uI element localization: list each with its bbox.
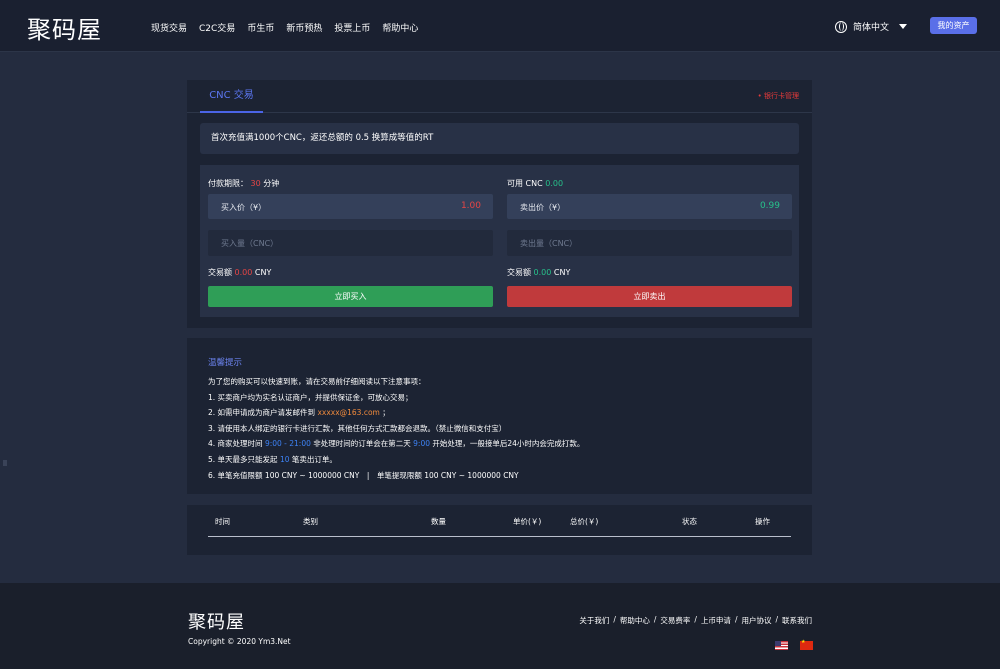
bank-card-management-link[interactable]: • 银行卡管理 [758,91,799,101]
nav-new-coin-preview[interactable]: 新币预热 [286,21,322,34]
nav-help-center[interactable]: 帮助中心 [382,21,418,34]
footer-separator: / [653,615,657,624]
buy-now-button[interactable]: 立即买入 [208,286,493,307]
footer-separator: / [694,615,697,624]
top-header: 聚码屋 现货交易 C2C交易 币生币 新币预热 投票上币 帮助中心 简体中文 我… [0,0,1000,52]
caret-down-icon [899,24,908,29]
sell-section: 可用 CNC 0.00 卖出价（¥） 0.99 卖出量（CNC） 交易额 0.0… [507,165,792,317]
tips-intro: 为了您的购买可以快速到账，请在交易前仔细阅读以下注意事项： [208,377,426,386]
tips-panel: 温馨提示 为了您的购买可以快速到账，请在交易前仔细阅读以下注意事项： 1. 买卖… [187,338,812,494]
footer-link-contact[interactable]: 联系我们 [782,615,812,626]
buy-price-value: 1.00 [460,201,481,211]
nav-coin-earn[interactable]: 币生币 [247,21,274,34]
main-nav: 现货交易 C2C交易 币生币 新币预热 投票上币 帮助中心 [151,21,418,34]
available-balance: 可用 CNC 0.00 [507,179,564,188]
my-assets-button[interactable]: 我的资产 [930,17,977,34]
tip-5: 5. 单天最多只能发起 10 笔卖出订单。 [208,454,337,464]
available-value: 0.00 [545,179,564,188]
cnc-trade-panel: CNC 交易 • 银行卡管理 首次充值满1000个CNC，返还总额的 0.5 换… [187,80,812,328]
buy-total: 交易额 0.00 CNY [208,268,272,277]
site-logo[interactable]: 聚码屋 [27,10,102,45]
language-label: 简体中文 [853,23,890,33]
column-unit-price: 单价(￥) [513,517,542,526]
column-action: 操作 [755,517,770,526]
footer-link-help[interactable]: 帮助中心 [620,615,650,626]
globe-icon [835,20,847,33]
deadline-value: 30 [250,179,261,188]
tab-bar: CNC 交易 • 银行卡管理 [187,80,812,113]
buy-price-label: 买入价（¥） [221,203,267,212]
column-time: 时间 [215,517,230,526]
footer-link-fees[interactable]: 交易费率 [660,615,690,626]
copyright: Copyright © 2020 Ym3.Net [188,637,291,646]
sell-price-label: 卖出价（¥） [520,203,566,212]
side-handle[interactable] [3,460,7,466]
tips-title: 温馨提示 [208,358,243,368]
column-type: 类别 [303,517,318,526]
tip-4: 4. 商家处理时间 9:00 - 21:00 非处理时间的订单会在第二天 9:0… [208,439,585,449]
buy-price-field: 买入价（¥） 1.00 [208,194,493,219]
sell-total: 交易额 0.00 CNY [507,268,571,277]
sell-amount-input[interactable]: 卖出量（CNC） [507,230,792,256]
order-records-table: 时间 类别 数量 单价(￥) 总价(￥) 状态 操作 [187,505,812,555]
sell-now-button[interactable]: 立即卖出 [507,286,792,307]
footer-links: 关于我们 / 帮助中心 / 交易费率 / 上币申请 / 用户协议 / 联系我们 [579,615,812,626]
sell-price-value: 0.99 [759,201,780,211]
footer-link-about[interactable]: 关于我们 [579,615,609,626]
column-total-price: 总价(￥) [570,517,599,526]
tab-cnc-trade[interactable]: CNC 交易 [200,80,263,113]
column-status: 状态 [682,517,697,526]
sell-amount-placeholder: 卖出量（CNC） [520,239,578,248]
nav-c2c-trading[interactable]: C2C交易 [199,21,235,34]
china-flag-icon[interactable] [800,639,813,650]
footer-separator: / [734,615,738,624]
buy-total-value: 0.00 [234,268,253,277]
nav-spot-trading[interactable]: 现货交易 [151,21,187,34]
tip-6: 6. 单笔充值限额 100 CNY ~ 1000000 CNY | 单笔提现限额… [208,470,519,480]
sell-total-value: 0.00 [533,268,552,277]
trade-form: 付款期限： 30 分钟 买入价（¥） 1.00 买入量（CNC） 交易额 0.0… [200,165,799,317]
us-flag-icon[interactable] [775,641,788,650]
footer-logo[interactable]: 聚码屋 [188,608,245,634]
nav-vote-listing[interactable]: 投票上币 [334,21,370,34]
tip-1: 1. 买卖商户均为实名认证商户，并提供保证金，可放心交易； [208,392,413,402]
language-selector[interactable]: 简体中文 [835,20,908,33]
buy-amount-input[interactable]: 买入量（CNC） [208,230,493,256]
site-footer: 聚码屋 Copyright © 2020 Ym3.Net 关于我们 / 帮助中心… [0,583,1000,669]
column-quantity: 数量 [431,517,446,526]
footer-separator: / [775,615,778,624]
footer-link-agreement[interactable]: 用户协议 [741,615,771,626]
buy-section: 付款期限： 30 分钟 买入价（¥） 1.00 买入量（CNC） 交易额 0.0… [208,165,493,317]
buy-amount-placeholder: 买入量（CNC） [221,239,279,248]
footer-link-listing[interactable]: 上币申请 [701,615,731,626]
payment-deadline: 付款期限： 30 分钟 [208,179,280,188]
promo-notice: 首次充值满1000个CNC，返还总额的 0.5 换算成等值的RT [200,123,799,154]
sell-price-field: 卖出价（¥） 0.99 [507,194,792,219]
tip-3: 3. 请使用本人绑定的银行卡进行汇款，其他任何方式汇款都会退款。（禁止微信和支付… [208,423,507,433]
tip-2: 2. 如需申请成为商户请发邮件到 xxxxx@163.com ； [208,408,390,418]
footer-separator: / [613,615,616,624]
header-divider [208,536,791,537]
merchant-email[interactable]: xxxxx@163.com [317,408,379,417]
